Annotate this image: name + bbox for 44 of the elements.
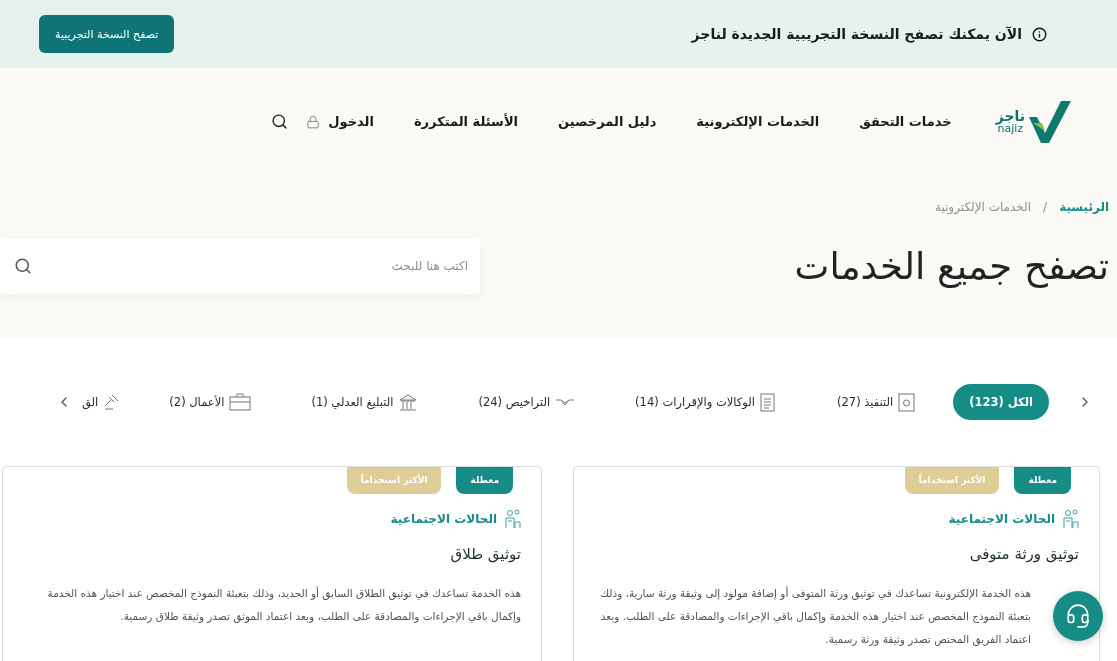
category-tab[interactable]: الكل (123): [953, 384, 1049, 420]
lock-icon: [306, 114, 321, 129]
checkmark-logo-icon: [1027, 98, 1073, 145]
nav-link[interactable]: الخدمات الإلكترونية: [696, 114, 820, 129]
document-icon: [898, 392, 916, 412]
service-card[interactable]: [2, 466, 542, 661]
briefcase-icon: [229, 393, 252, 411]
papers-icon: [760, 392, 777, 412]
category-tab[interactable]: التنفيذ (27): [821, 384, 932, 420]
service-card[interactable]: [573, 466, 1100, 661]
current-page-label: الخدمات الإلكترونية: [934, 200, 1032, 214]
search-icon[interactable]: [271, 113, 289, 130]
service-title: توثيق ورثة متوفى: [968, 545, 1080, 563]
category-tab[interactable]: التراخيص (24): [462, 384, 592, 420]
status-badge: الأكثر استخداماً: [904, 467, 1000, 494]
page-title: تصفح جميع الخدمات: [794, 244, 1109, 288]
search-field[interactable]: اكتب هنا للبحث: [0, 238, 480, 294]
announcement-text: الآن يمكنك تصفح النسخة التجريبية الجديدة لناجز: [691, 26, 1022, 42]
nav-link[interactable]: الأسئلة المتكررة: [413, 114, 518, 129]
people-icon: [505, 509, 521, 529]
status-badge: الأكثر استخداماً: [346, 467, 442, 494]
login-link[interactable]: الدخول: [328, 114, 374, 129]
status-badge: معطلة: [456, 467, 513, 494]
category-tab[interactable]: الق: [78, 384, 126, 420]
category-tab[interactable]: الأعمال (2): [153, 384, 268, 420]
category-label: الحالات الاجتماعية: [390, 512, 497, 526]
beta-version-button[interactable]: تصفح النسخة التجريبية: [39, 15, 175, 53]
building-icon: [398, 393, 419, 411]
breadcrumb-separator: /: [1043, 200, 1048, 214]
search-icon: [14, 257, 32, 275]
breadcrumb-link[interactable]: الرئيسية: [1059, 200, 1109, 214]
info-icon: [1032, 26, 1047, 42]
headset-icon: [1065, 603, 1091, 629]
nav-link[interactable]: دليل المرخصين: [558, 114, 657, 129]
people-icon: [1063, 509, 1079, 529]
nav-link[interactable]: خدمات التحقق: [859, 114, 952, 129]
status-badge: معطلة: [1014, 467, 1071, 494]
category-label: الحالات الاجتماعية: [948, 512, 1055, 526]
logo-text: ناجز: [995, 109, 1025, 123]
category-tab[interactable]: الوكالات والإقرارات (14): [619, 384, 793, 420]
service-description: هذه الخدمة الإلكترونية تساعدك في توثيق ورثة المتوفى أو إضافة مولود إلى وثيقة ورثة سارية، وذلك بتعبئة النموذج المخصص عند اختيار هذه الخدمة وإكمال باقي الإجراءات والمصادقة على الطلب. وبعد اعتماد الفريق المختص تصدر وثيقة ورثة رسمية.: [599, 585, 1031, 648]
category-tab[interactable]: التبليغ العدلي (1): [295, 384, 435, 420]
service-title: توثيق طلاق: [449, 545, 522, 563]
service-description: هذه الخدمة تساعدك في توثيق الطلاق السابق أو الجديد، وذلك بتعبئة النموذج المخصص عند اختيار هذه الخدمة وإكمال باقي الإجراءات والمصادقة على الطلب، وبعد اعتماد الموثق تصدر وثيقة طلاق رسمية.: [46, 585, 521, 625]
